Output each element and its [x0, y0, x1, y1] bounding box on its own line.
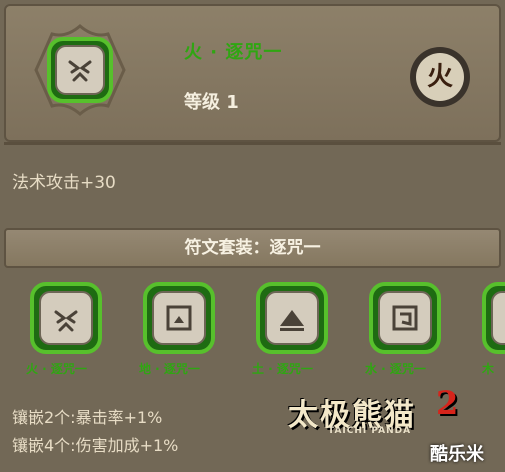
- rune-slot[interactable]: [143, 282, 215, 354]
- set-title: 符文套装：逐咒一: [184, 238, 321, 258]
- header-divider: [4, 142, 501, 145]
- slot-label: 土 · 逐咒一: [252, 362, 313, 376]
- rune-slot[interactable]: [482, 282, 505, 354]
- logo-subtitle: TAICHI PANDA: [328, 426, 412, 436]
- slot-label: 水 · 逐咒一: [365, 362, 426, 376]
- fire-rune-icon: [30, 282, 102, 354]
- rune-slot[interactable]: [369, 282, 441, 354]
- rune-level: 等级 1: [184, 92, 239, 113]
- stat-line: 法术攻击+30: [12, 173, 116, 193]
- water-rune-icon: [369, 282, 441, 354]
- rune-slot[interactable]: [30, 282, 102, 354]
- main-rune-frame: [34, 24, 126, 116]
- slot-label: 火 · 逐咒一: [26, 362, 87, 376]
- wood-rune-icon: [482, 282, 505, 354]
- game-logo: 太极熊猫 2 TAICHI PANDA: [288, 384, 468, 438]
- set-bonus-line: 镶嵌2个:暴击率+1%: [12, 408, 163, 427]
- soil-rune-icon: [256, 282, 328, 354]
- element-badge-text: 火: [426, 62, 453, 92]
- set-bonus-line: 镶嵌4个:伤害加成+1%: [12, 436, 179, 455]
- slot-label: 木: [482, 362, 495, 376]
- rune-name: 火 · 逐咒一: [184, 42, 283, 63]
- set-title-bar: 符文套装：逐咒一: [4, 228, 501, 268]
- rune-slot[interactable]: [256, 282, 328, 354]
- watermark: 酷乐米: [430, 444, 484, 465]
- logo-number: 2: [436, 384, 459, 422]
- slot-label: 地 · 逐咒一: [139, 362, 200, 376]
- ornament-frame-icon: [34, 24, 126, 116]
- element-badge: 火: [408, 45, 472, 109]
- earth-rune-icon: [143, 282, 215, 354]
